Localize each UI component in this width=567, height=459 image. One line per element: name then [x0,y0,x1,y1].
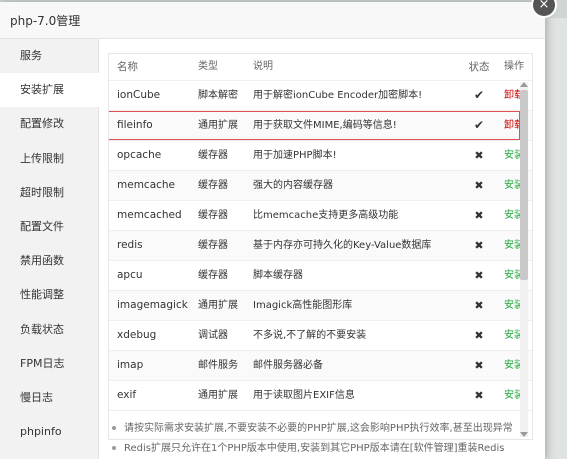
cell-desc: 强大的内容缓存器 [253,180,333,191]
note-text: 请按实际需求安装扩展,不要安装不必要的PHP扩展,这会影响PHP执行效率,甚至出… [124,423,513,434]
cell-name: imagemagick [117,299,188,311]
table-row: apcu 缓存器 脚本缓存器 ✖ 安装 [109,261,532,291]
sidebar-item-install-extensions[interactable]: 安装扩展 [0,73,99,108]
check-icon: ✔ [473,118,485,132]
cell-desc: 用于解密ionCube Encoder加密脚本! [253,90,423,101]
note-text: Redis扩展只允许在1个PHP版本中使用,安装到其它PHP版本请在[软件管理]… [124,443,505,454]
cell-name: exif [117,389,137,401]
sidebar-item-upload-limit[interactable]: 上传限制 [0,142,98,176]
sidebar-item-timeout-limit[interactable]: 超时限制 [0,176,98,210]
cell-name: redis [117,239,143,251]
bullet-icon [112,426,116,430]
table-row: opcache 缓存器 用于加速PHP脚本! ✖ 安装 [109,141,532,171]
scroll-up-arrow-icon[interactable] [520,82,528,87]
table-row: memcached 缓存器 比memcache支持更多高级功能 ✖ 安装 [109,201,532,231]
cell-type: 通用扩展 [198,300,238,311]
cell-desc: 用于获取文件MIME,编码等信息! [253,120,397,131]
cell-name: apcu [117,269,143,281]
cell-name: memcache [117,179,176,191]
cell-name: imap [117,359,144,371]
cross-icon: ✖ [474,269,484,282]
cell-name: xdebug [117,329,157,341]
cell-desc: Imagick高性能图形库 [253,300,353,311]
cell-type: 缓存器 [198,210,228,221]
cross-icon: ✖ [474,149,484,162]
extensions-table: 名称 类型 说明 状态 操作 ionCube 脚本解密 用于解密ionCube … [108,53,533,440]
cell-type: 缓存器 [198,150,228,161]
cell-type: 缓存器 [198,180,228,191]
header-status: 状态 [468,61,490,73]
header-desc: 说明 [253,61,273,72]
sidebar-item-config-edit[interactable]: 配置修改 [0,107,98,141]
cell-type: 缓存器 [198,240,228,251]
sidebar-item-config-file[interactable]: 配置文件 [0,210,98,244]
sidebar-item-slow-log[interactable]: 慢日志 [0,381,98,415]
table-row: fileinfo 通用扩展 用于获取文件MIME,编码等信息! ✔ 卸载 [109,111,532,141]
scroll-thumb[interactable] [520,90,528,280]
table-row: xdebug 调试器 不多说,不了解的不要安装 ✖ 安装 [109,321,532,351]
bullet-icon [112,446,116,450]
check-icon: ✔ [473,88,485,102]
cell-type: 通用扩展 [198,390,238,401]
cell-type: 邮件服务 [198,360,238,371]
cross-icon: ✖ [474,239,484,252]
table-header: 名称 类型 说明 状态 操作 [109,54,532,81]
table-row: imagemagick 通用扩展 Imagick高性能图形库 ✖ 安装 [109,291,532,321]
sidebar-item-service[interactable]: 服务 [0,39,98,73]
table-row: memcache 缓存器 强大的内容缓存器 ✖ 安装 [109,171,532,201]
header-action: 操作 [504,61,524,72]
header-name: 名称 [117,61,138,73]
cell-desc: 不多说,不了解的不要安装 [253,330,367,341]
cell-desc: 比memcache支持更多高级功能 [253,210,399,221]
cell-desc: 用于加速PHP脚本! [253,150,337,161]
cross-icon: ✖ [474,299,484,312]
php-manager-dialog: php-7.0管理 × 服务 安装扩展 配置修改 上传限制 超时限制 配置文件 … [0,0,557,459]
table-row: imap 邮件服务 邮件服务器必备 ✖ 安装 [109,351,532,381]
cell-desc: 基于内存亦可持久化的Key-Value数据库 [253,240,432,251]
sidebar-item-performance[interactable]: 性能调整 [0,278,98,312]
table-body: ionCube 脚本解密 用于解密ionCube Encoder加密脚本! ✔ … [109,81,532,411]
note-item: Redis扩展只允许在1个PHP版本中使用,安装到其它PHP版本请在[软件管理]… [108,439,548,459]
cross-icon: ✖ [474,359,484,372]
cell-desc: 脚本缓存器 [253,270,303,281]
cross-icon: ✖ [474,389,484,402]
cross-icon: ✖ [474,329,484,342]
notes-list: 请按实际需求安装扩展,不要安装不必要的PHP扩展,这会影响PHP执行效率,甚至出… [108,419,548,459]
cell-type: 通用扩展 [198,120,238,131]
cell-type: 脚本解密 [198,90,238,101]
dialog-title: php-7.0管理 [0,2,545,39]
cell-desc: 邮件服务器必备 [253,360,323,371]
cell-name: ionCube [117,89,161,101]
sidebar-item-load-status[interactable]: 负载状态 [0,313,98,347]
sidebar-item-phpinfo[interactable]: phpinfo [0,415,98,449]
sidebar-item-fpm-log[interactable]: FPM日志 [0,347,98,381]
table-row: redis 缓存器 基于内存亦可持久化的Key-Value数据库 ✖ 安装 [109,231,532,261]
note-item: 请按实际需求安装扩展,不要安装不必要的PHP扩展,这会影响PHP执行效率,甚至出… [108,419,548,439]
cross-icon: ✖ [474,209,484,222]
cross-icon: ✖ [474,179,484,192]
table-row: ionCube 脚本解密 用于解密ionCube Encoder加密脚本! ✔ … [109,81,532,111]
cell-type: 调试器 [198,330,228,341]
table-row: exif 通用扩展 用于读取图片EXIF信息 ✖ 安装 [109,381,532,411]
cell-type: 缓存器 [198,270,228,281]
sidebar-item-disabled-functions[interactable]: 禁用函数 [0,244,98,278]
table-scrollbar[interactable] [520,82,528,437]
cell-name: memcached [117,209,182,221]
sidebar: 服务 安装扩展 配置修改 上传限制 超时限制 配置文件 禁用函数 性能调整 负载… [0,39,99,459]
cell-name: fileinfo [117,119,153,131]
main-content: 名称 类型 说明 状态 操作 ionCube 脚本解密 用于解密ionCube … [108,39,545,459]
cell-name: opcache [117,149,162,161]
cell-desc: 用于读取图片EXIF信息 [253,390,355,401]
header-type: 类型 [198,61,218,72]
